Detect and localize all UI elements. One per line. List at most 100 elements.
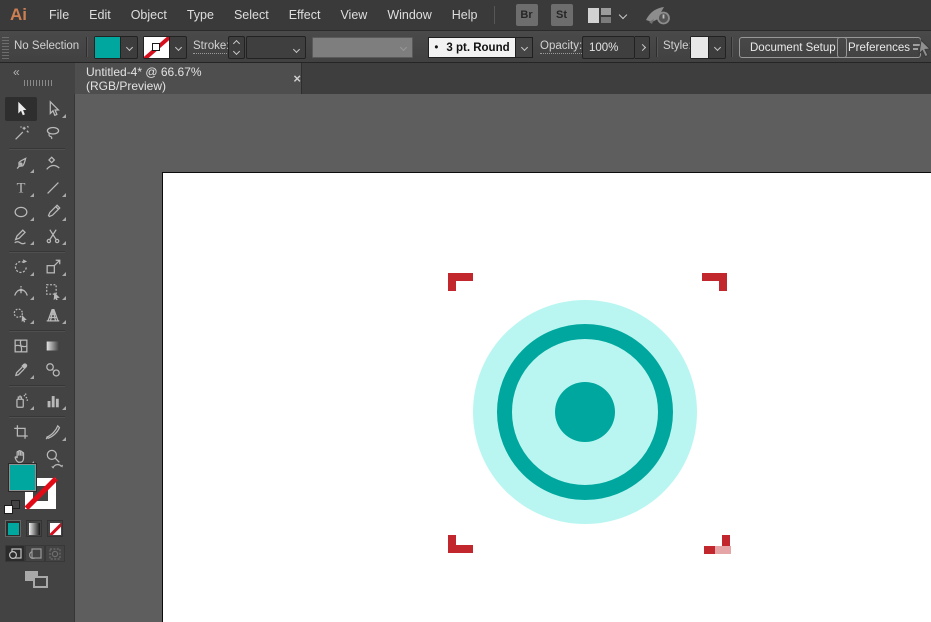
graphic-style-combo[interactable]	[690, 36, 726, 59]
divider	[86, 37, 87, 57]
tool-shaper[interactable]	[5, 224, 37, 248]
preferences-button[interactable]: Preferences	[837, 37, 921, 58]
divider	[656, 37, 657, 57]
workspace-switcher-icon[interactable]	[588, 8, 611, 23]
opacity-chevron-right-icon[interactable]	[635, 36, 650, 59]
draw-normal-button[interactable]	[5, 545, 25, 562]
svg-text:T: T	[17, 181, 26, 197]
tool-panel-grip[interactable]	[24, 80, 52, 86]
drawing-mode-buttons	[5, 545, 65, 562]
tool-eyedropper[interactable]	[5, 358, 37, 382]
opacity-label[interactable]: Opacity:	[540, 40, 582, 54]
stroke-color-swatch[interactable]	[144, 37, 169, 58]
tool-free-transform[interactable]	[37, 279, 69, 303]
fill-proxy-swatch[interactable]	[8, 463, 37, 492]
menu-select[interactable]: Select	[224, 0, 279, 30]
mark-top-left-v[interactable]	[448, 273, 456, 291]
stock-button[interactable]: St	[551, 4, 573, 26]
tool-lasso[interactable]	[37, 121, 69, 145]
gpu-performance-icon[interactable]	[642, 4, 672, 26]
brush-definition-field[interactable]: • 3 pt. Round	[428, 37, 516, 58]
curvature-icon	[44, 155, 62, 173]
tool-rotate[interactable]	[5, 255, 37, 279]
menu-window[interactable]: Window	[377, 0, 441, 30]
screen-mode-button[interactable]	[25, 571, 51, 589]
tool-blend[interactable]	[37, 358, 69, 382]
draw-inside-button[interactable]	[45, 545, 65, 562]
scale-icon	[44, 258, 62, 276]
brush-preview-dot: •	[434, 42, 438, 54]
fill-color-swatch[interactable]	[95, 37, 120, 58]
stepper-up-icon[interactable]	[233, 40, 240, 47]
stroke-weight-label[interactable]: Stroke:	[193, 40, 229, 54]
mark-top-right-v[interactable]	[719, 273, 727, 291]
document-tab-strip: Untitled-4* @ 66.67% (RGB/Preview) ×	[75, 63, 931, 94]
style-chevron-down-icon[interactable]	[708, 37, 725, 58]
tool-mesh[interactable]	[5, 334, 37, 358]
tool-selection[interactable]	[5, 97, 37, 121]
tool-pen[interactable]	[5, 152, 37, 176]
clipped-align-cursor-icon[interactable]	[912, 37, 931, 59]
stroke-weight-select[interactable]	[246, 36, 306, 59]
scissors-icon	[44, 227, 62, 245]
workspace-chevron-down-icon[interactable]	[618, 11, 626, 19]
tool-width[interactable]	[5, 279, 37, 303]
document-tab-title: Untitled-4* @ 66.67% (RGB/Preview)	[75, 65, 279, 93]
control-bar: No Selection Stroke: • 3 pt. Round Opaci…	[0, 30, 931, 63]
tool-ellipse[interactable]	[5, 200, 37, 224]
menu-help[interactable]: Help	[442, 0, 488, 30]
tool-panel: T	[0, 94, 75, 622]
gradient-button[interactable]	[26, 520, 42, 537]
color-button[interactable]	[5, 520, 21, 537]
stroke-weight-chevron-down-icon[interactable]	[293, 45, 300, 52]
tool-perspective-grid[interactable]	[37, 303, 69, 327]
menu-view[interactable]: View	[330, 0, 377, 30]
tool-gradient[interactable]	[37, 334, 69, 358]
menu-type[interactable]: Type	[177, 0, 224, 30]
tool-direct-selection[interactable]	[37, 97, 69, 121]
mark-bottom-left-h[interactable]	[448, 545, 473, 553]
menubar-divider	[494, 6, 495, 24]
menu-edit[interactable]: Edit	[79, 0, 121, 30]
tab-close-icon[interactable]: ×	[293, 72, 301, 85]
swap-fill-stroke-icon[interactable]	[50, 460, 65, 473]
tool-column-graph[interactable]	[37, 389, 69, 413]
document-setup-button[interactable]: Document Setup	[739, 37, 847, 58]
artwork-center-dot[interactable]	[555, 382, 615, 442]
menu-file[interactable]: File	[39, 0, 79, 30]
tool-curvature[interactable]	[37, 152, 69, 176]
default-fill-stroke-icon[interactable]	[4, 500, 20, 514]
tool-symbol-sprayer[interactable]	[5, 389, 37, 413]
tool-paintbrush[interactable]	[37, 200, 69, 224]
none-button[interactable]	[47, 520, 63, 537]
fill-chevron-down-icon[interactable]	[120, 37, 137, 58]
canvas-pasteboard[interactable]	[75, 94, 931, 622]
stepper-down-icon[interactable]	[233, 48, 240, 55]
tool-type[interactable]: T	[5, 176, 37, 200]
brush-chevron-down-icon[interactable]	[516, 37, 533, 58]
stroke-weight-stepper[interactable]	[228, 36, 245, 59]
control-bar-grip[interactable]	[2, 35, 9, 59]
menu-effect[interactable]: Effect	[279, 0, 331, 30]
opacity-field[interactable]: 100%	[582, 36, 635, 59]
blend-icon	[44, 361, 62, 379]
fill-color-combo[interactable]	[94, 36, 138, 59]
tool-artboard[interactable]	[5, 420, 37, 444]
bridge-button[interactable]: Br	[516, 4, 538, 26]
tool-line-segment[interactable]	[37, 176, 69, 200]
tool-scale[interactable]	[37, 255, 69, 279]
tool-shape-builder[interactable]	[5, 303, 37, 327]
tool-slice[interactable]	[37, 420, 69, 444]
graphic-style-swatch[interactable]	[691, 37, 708, 58]
collapse-panel-icon[interactable]: «	[13, 65, 19, 79]
mark-bottom-right-v[interactable]	[722, 535, 730, 546]
artboard-icon	[12, 423, 30, 441]
tool-magic-wand[interactable]	[5, 121, 37, 145]
menu-object[interactable]: Object	[121, 0, 177, 30]
color-type-buttons	[5, 520, 63, 537]
stroke-chevron-down-icon[interactable]	[169, 37, 186, 58]
tool-scissors[interactable]	[37, 224, 69, 248]
stroke-color-combo[interactable]	[143, 36, 187, 59]
document-tab[interactable]: Untitled-4* @ 66.67% (RGB/Preview) ×	[75, 63, 302, 94]
draw-behind-button[interactable]	[25, 545, 45, 562]
